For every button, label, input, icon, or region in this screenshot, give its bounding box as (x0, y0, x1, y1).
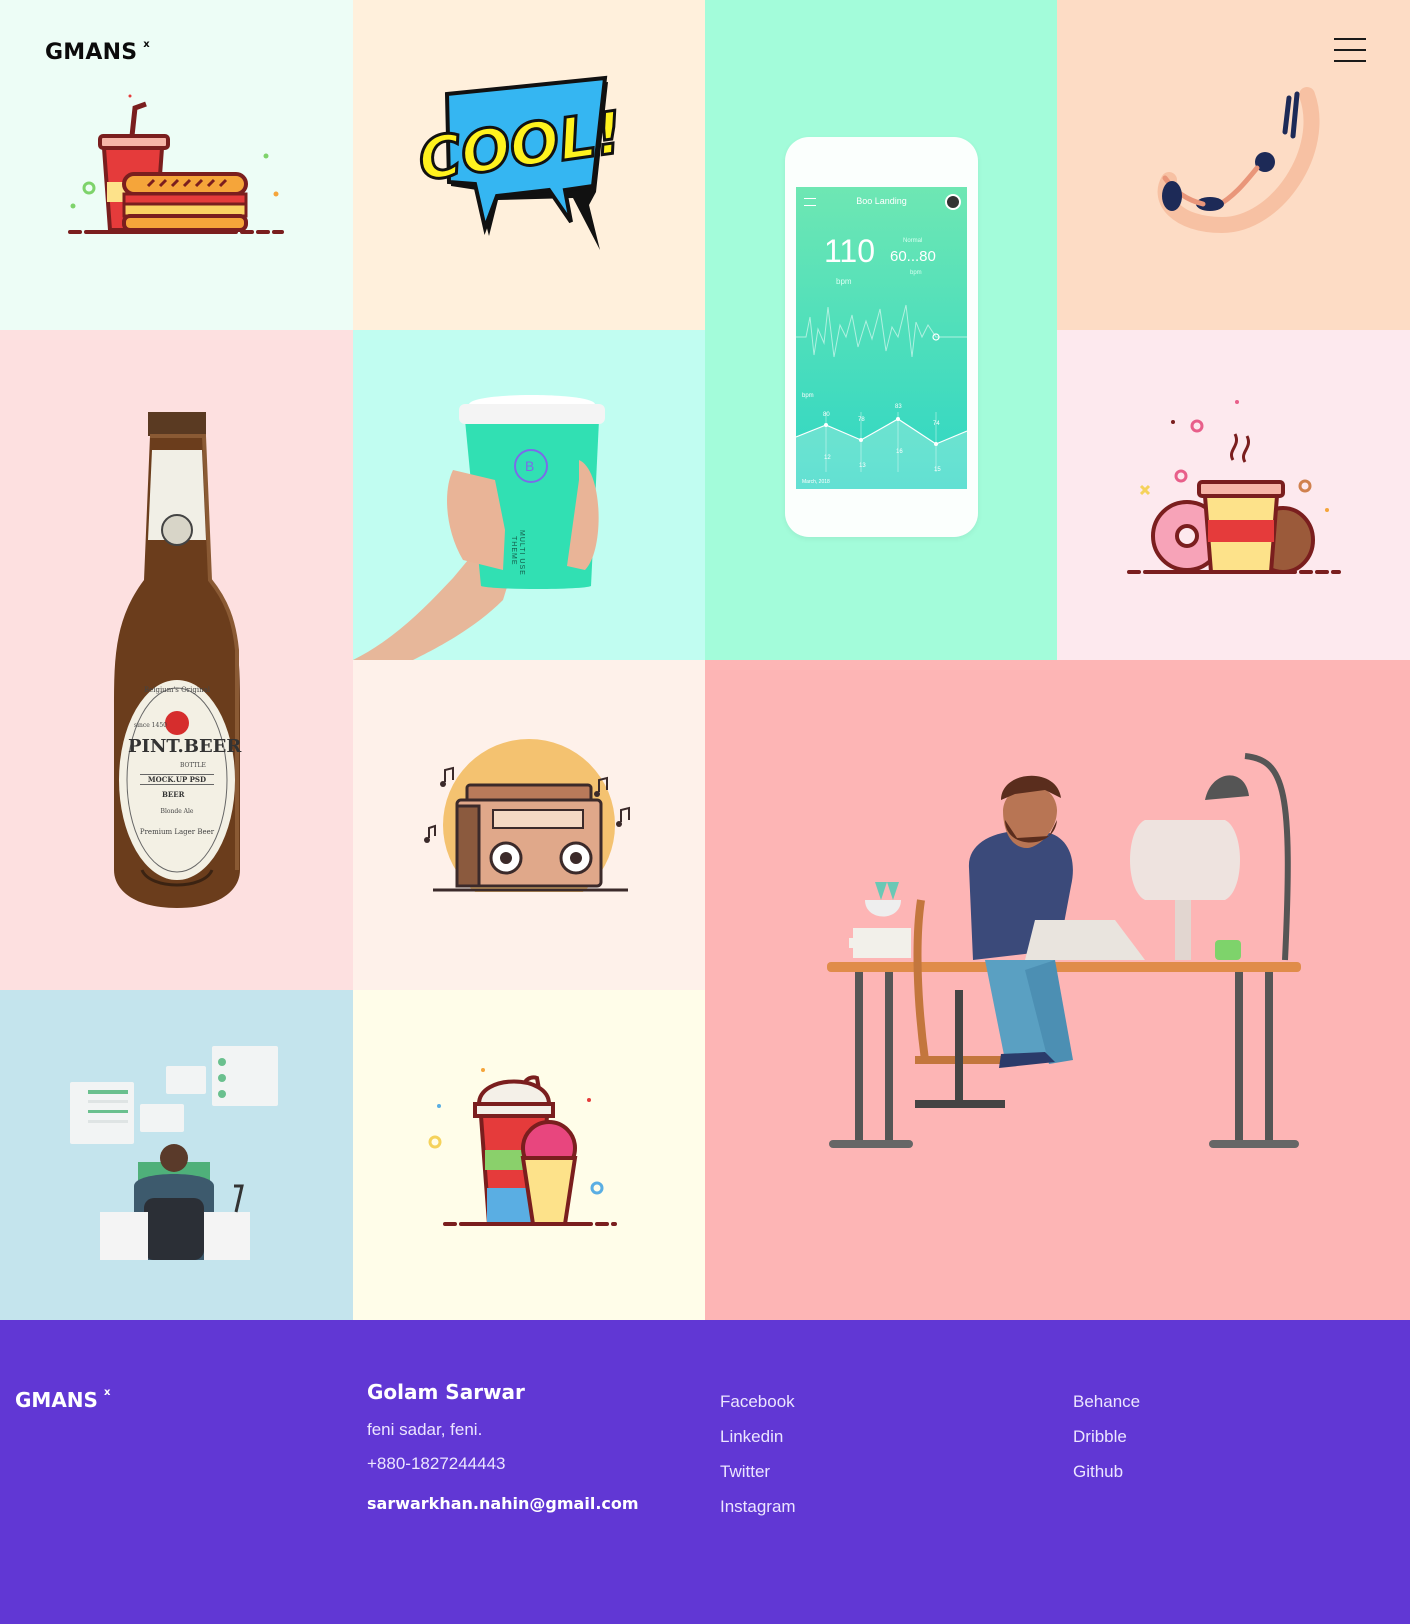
chart-axis-label: bpm (802, 393, 814, 399)
drink-and-ice-cream-illustration[interactable] (353, 990, 705, 1320)
heart-rate-chart (796, 304, 967, 489)
boombox-illustration[interactable] (353, 660, 705, 990)
beer-label-bottle: BOTTLE (180, 762, 206, 769)
man-at-desk-illustration[interactable] (705, 660, 1410, 1320)
point-label: 78 (858, 417, 865, 423)
beer-label-beer: BEER (162, 790, 185, 799)
cup-logo-letter: B (525, 458, 535, 474)
contact-column: Golam Sarwar feni sadar, feni. +880-1827… (367, 1380, 639, 1513)
coffee-donut-icon (1127, 400, 1341, 574)
point-label: 16 (896, 449, 903, 455)
phone-text: +880-1827244443 (367, 1454, 506, 1473)
coffee-and-donuts-illustration[interactable] (1057, 330, 1410, 660)
coffee-cup-icon (353, 395, 605, 660)
point-label: 12 (824, 455, 831, 461)
office-chat-icon (70, 1046, 278, 1260)
site-logo[interactable]: GMANS x (45, 39, 150, 65)
linkedin-link[interactable]: Linkedin (720, 1427, 796, 1447)
facebook-link[interactable]: Facebook (720, 1392, 796, 1412)
beer-label-since: since 1450 (134, 722, 167, 729)
app-screen: Boo Landing 110 bpm Normal 60...80 bpm b… (796, 187, 967, 489)
speech-bubble-icon: COOL! (413, 75, 628, 250)
beer-bottle-icon (114, 412, 240, 908)
behance-link[interactable]: Behance (1073, 1392, 1140, 1412)
footer-logo-mark: x (103, 1387, 111, 1398)
point-label: 83 (895, 404, 902, 410)
ice-cream-drink-icon (428, 1068, 617, 1226)
instagram-link[interactable]: Instagram (720, 1497, 796, 1517)
point-label: 74 (933, 421, 940, 427)
beer-bottle-mockup[interactable]: PINT.BEER Belgium's Original since 1450 … (0, 330, 353, 990)
beer-label-bottom: Premium Lager Beer (139, 828, 215, 836)
chart-date: March, 2018 (802, 479, 830, 485)
social-column-1: Facebook Linkedin Twitter Instagram (720, 1392, 796, 1532)
email-link[interactable]: sarwarkhan.nahin@gmail.com (367, 1494, 639, 1513)
site-footer: GMANS x Golam Sarwar feni sadar, feni. +8… (0, 1320, 1410, 1624)
twitter-link[interactable]: Twitter (720, 1462, 796, 1482)
dribble-link[interactable]: Dribble (1073, 1427, 1140, 1447)
cup-text-line1: MULTI USE (518, 530, 525, 576)
github-link[interactable]: Github (1073, 1462, 1140, 1482)
hamburger-menu-icon[interactable] (1334, 38, 1366, 62)
cool-speech-bubble-illustration[interactable]: COOL! (353, 0, 705, 330)
social-column-2: Behance Dribble Github (1073, 1392, 1140, 1497)
point-label: 13 (859, 463, 866, 469)
address-text: feni sadar, feni. (367, 1420, 483, 1439)
beer-label-top: Belgium's Original (143, 686, 211, 694)
beer-label-mockup: MOCK.UP PSD (140, 774, 214, 785)
point-label: 80 (823, 412, 830, 418)
beer-label-style: Blonde Ale (160, 808, 194, 815)
heart-rate-app-mockup[interactable]: Boo Landing 110 bpm Normal 60...80 bpm b… (705, 0, 1057, 660)
cup-text-line2: THEME (510, 536, 517, 566)
boombox-icon (353, 739, 705, 990)
footer-logo[interactable]: GMANS x (15, 1387, 111, 1412)
beer-label-brand: PINT.BEER (128, 736, 242, 757)
office-chat-illustration[interactable] (0, 990, 353, 1320)
logo-mark: x (143, 39, 150, 50)
man-at-desk-icon (827, 753, 1301, 1148)
coffee-cup-mockup[interactable]: B MULTI USE THEME (353, 330, 705, 660)
owner-name: Golam Sarwar (367, 1380, 525, 1404)
point-label: 15 (934, 467, 941, 473)
